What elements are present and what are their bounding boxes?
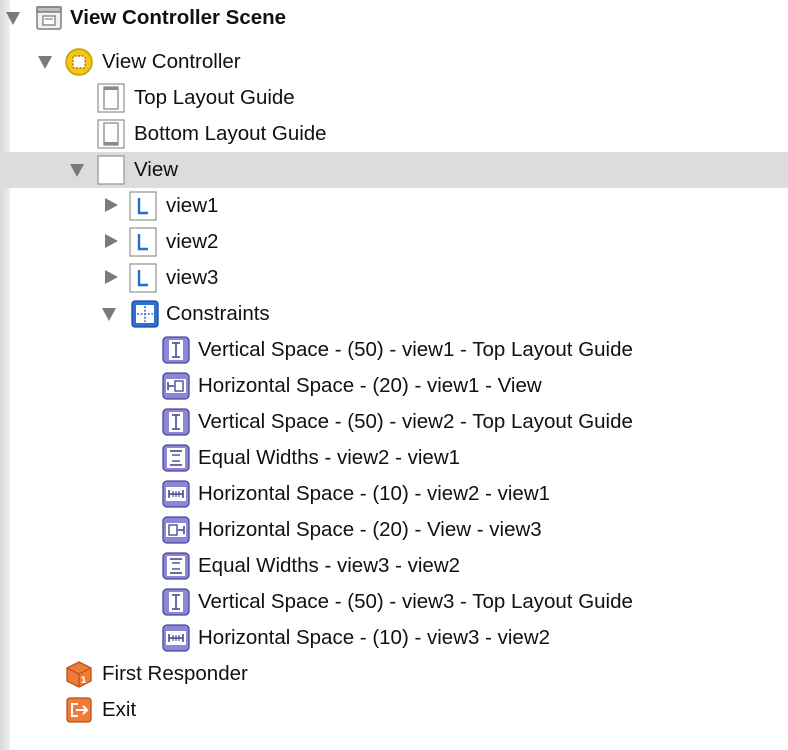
tree-row-exit[interactable]: Exit xyxy=(0,692,788,728)
disclosure-triangle-open-icon[interactable] xyxy=(102,308,116,321)
constraint-label: Equal Widths - view2 - view1 xyxy=(198,446,461,469)
view-label: View xyxy=(134,158,179,181)
first-responder-icon: 1 xyxy=(66,661,92,688)
subview-label: view1 xyxy=(166,194,219,217)
tree-row-bottom-layout-guide[interactable]: Bottom Layout Guide xyxy=(0,116,788,152)
equal-widths-icon xyxy=(162,552,190,580)
subview-label: view3 xyxy=(166,266,219,289)
vertical-space-icon xyxy=(162,336,190,364)
view-icon xyxy=(97,155,125,185)
disclosure-triangle-open-icon[interactable] xyxy=(38,56,52,69)
constraint-label: Vertical Space - (50) - view3 - Top Layo… xyxy=(198,590,633,613)
disclosure-triangle-open-icon[interactable] xyxy=(70,164,84,177)
tree-row-constraints[interactable]: Constraints xyxy=(0,296,788,332)
tree-row-constraint[interactable]: Horizontal Space - (10) - view3 - view2 xyxy=(0,620,788,656)
horizontal-space-leading-icon xyxy=(162,372,190,400)
constraint-label: Horizontal Space - (10) - view2 - view1 xyxy=(198,482,551,505)
tree-row-view2[interactable]: view2 xyxy=(0,224,788,260)
exit-icon xyxy=(66,697,92,723)
tree-row-constraint[interactable]: Vertical Space - (50) - view2 - Top Layo… xyxy=(0,404,788,440)
view-controller-label: View Controller xyxy=(102,50,241,73)
tree-row-constraint[interactable]: Horizontal Space - (20) - view1 - View xyxy=(0,368,788,404)
tree-row-constraint[interactable]: Equal Widths - view3 - view2 xyxy=(0,548,788,584)
exit-label: Exit xyxy=(102,698,137,721)
label-icon xyxy=(129,191,157,221)
constraint-label: Horizontal Space - (20) - View - view3 xyxy=(198,518,542,541)
top-layout-guide-label: Top Layout Guide xyxy=(134,86,295,109)
label-icon xyxy=(129,227,157,257)
view-controller-icon xyxy=(65,48,93,76)
tree-row-constraint[interactable]: Vertical Space - (50) - view3 - Top Layo… xyxy=(0,584,788,620)
tree-row-view[interactable]: View xyxy=(0,152,788,188)
vertical-space-icon xyxy=(162,408,190,436)
tree-row-constraint[interactable]: Vertical Space - (50) - view1 - Top Layo… xyxy=(0,332,788,368)
constraints-icon xyxy=(131,300,159,328)
constraint-label: Vertical Space - (50) - view1 - Top Layo… xyxy=(198,338,633,361)
constraints-label: Constraints xyxy=(166,302,270,325)
constraint-label: Vertical Space - (50) - view2 - Top Layo… xyxy=(198,410,633,433)
disclosure-triangle-closed-icon[interactable] xyxy=(105,234,118,248)
disclosure-triangle-open-icon[interactable] xyxy=(6,12,20,25)
horizontal-space-icon xyxy=(162,624,190,652)
disclosure-triangle-closed-icon[interactable] xyxy=(105,270,118,284)
tree-row-view-controller[interactable]: View Controller xyxy=(0,44,788,80)
constraint-label: Horizontal Space - (10) - view3 - view2 xyxy=(198,626,551,649)
label-icon xyxy=(129,263,157,293)
first-responder-label: First Responder xyxy=(102,662,248,685)
tree-row-constraint[interactable]: Equal Widths - view2 - view1 xyxy=(0,440,788,476)
horizontal-space-trailing-icon xyxy=(162,516,190,544)
tree-row-view3[interactable]: view3 xyxy=(0,260,788,296)
scene-icon xyxy=(36,6,62,30)
subview-label: view2 xyxy=(166,230,219,253)
tree-row-first-responder[interactable]: 1 First Responder xyxy=(0,656,788,692)
bottom-layout-guide-icon xyxy=(97,119,125,149)
vertical-space-icon xyxy=(162,588,190,616)
constraint-label: Equal Widths - view3 - view2 xyxy=(198,554,461,577)
tree-row-scene[interactable]: View Controller Scene xyxy=(0,0,788,36)
constraint-label: Horizontal Space - (20) - view1 - View xyxy=(198,374,542,397)
scene-label: View Controller Scene xyxy=(70,6,287,29)
svg-text:1: 1 xyxy=(80,676,86,686)
equal-widths-icon xyxy=(162,444,190,472)
disclosure-triangle-closed-icon[interactable] xyxy=(105,198,118,212)
bottom-layout-guide-label: Bottom Layout Guide xyxy=(134,122,327,145)
tree-row-view1[interactable]: view1 xyxy=(0,188,788,224)
top-layout-guide-icon xyxy=(97,83,125,113)
horizontal-space-icon xyxy=(162,480,190,508)
tree-row-constraint[interactable]: Horizontal Space - (10) - view2 - view1 xyxy=(0,476,788,512)
tree-row-constraint[interactable]: Horizontal Space - (20) - View - view3 xyxy=(0,512,788,548)
tree-row-top-layout-guide[interactable]: Top Layout Guide xyxy=(0,80,788,116)
